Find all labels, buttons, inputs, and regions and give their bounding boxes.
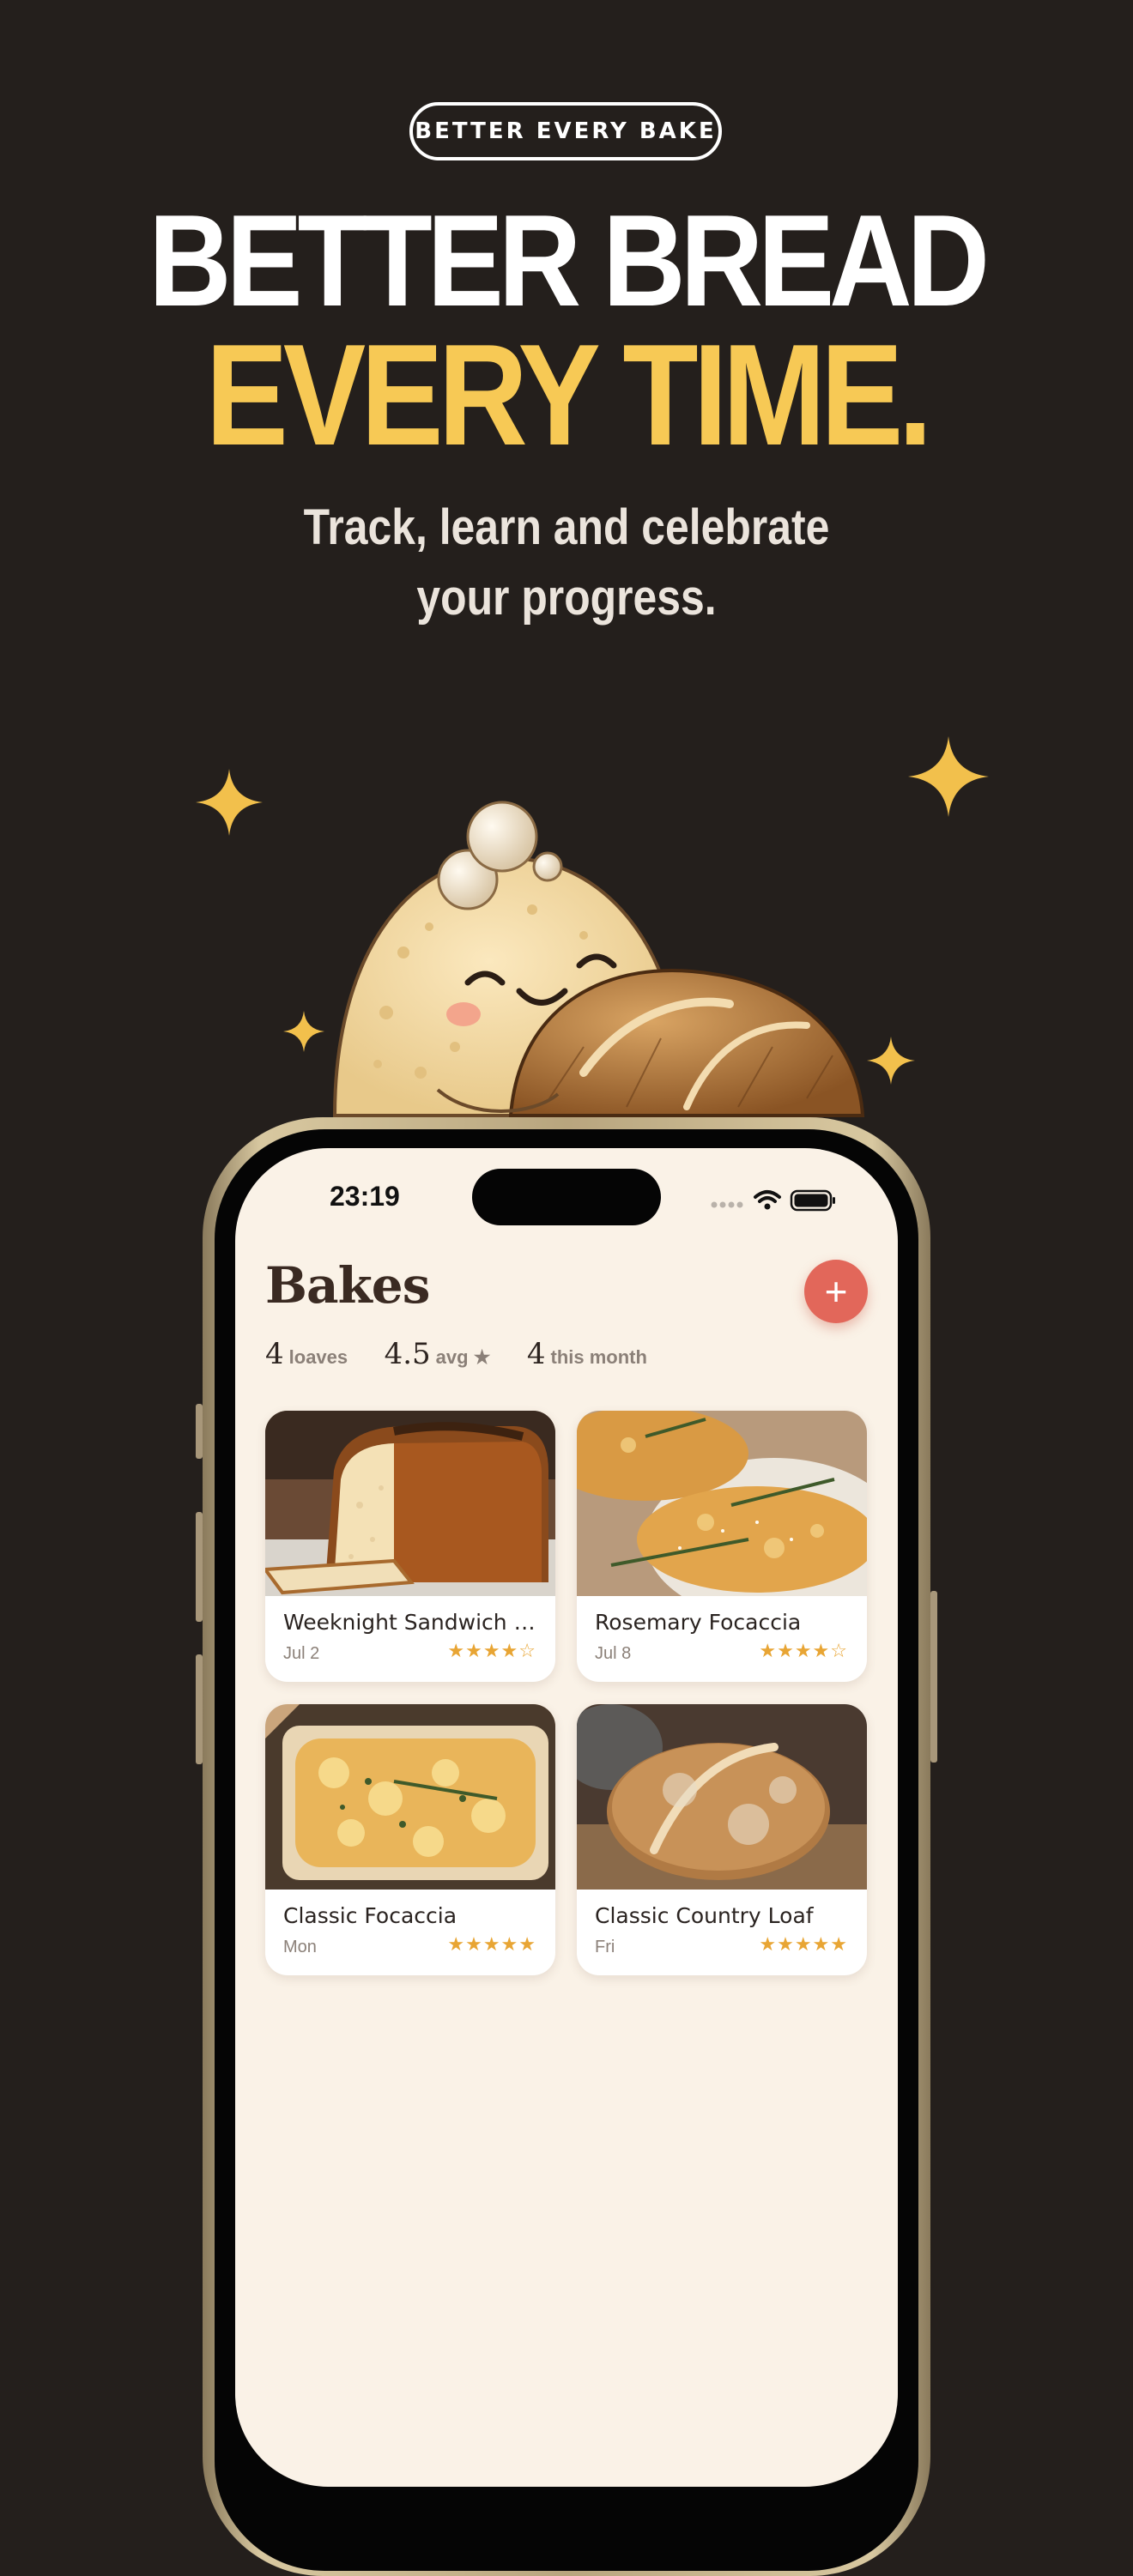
headline-line-2: EVERY TIME.: [205, 314, 932, 475]
rating-stars: ★★★★☆: [447, 1641, 536, 1662]
bake-date: Fri: [595, 1938, 615, 1956]
rosemary-focaccia-photo: [577, 1411, 867, 1596]
country-loaf-photo: [577, 1704, 867, 1890]
wifi-icon: [754, 1190, 781, 1210]
bake-name: Weeknight Sandwich L...: [283, 1610, 541, 1635]
bake-date: Jul 2: [283, 1644, 320, 1663]
bake-name: Classic Country Loaf: [595, 1903, 814, 1928]
stat-value: 4: [526, 1337, 546, 1371]
stat-label: avg ★: [435, 1346, 491, 1368]
bake-date: Jul 8: [595, 1644, 632, 1663]
stats-bar: 4 loaves 4.5 avg ★ 4 this month: [265, 1337, 680, 1371]
stat-label: this month: [550, 1346, 647, 1368]
subtitle-line-1: Track, learn and celebrate: [303, 499, 830, 555]
stat-value: 4: [265, 1337, 284, 1371]
phone-side-button: [930, 1591, 937, 1763]
bake-card[interactable]: Classic Focaccia Mon ★★★★★: [265, 1704, 555, 1975]
page-title: Bakes: [265, 1256, 430, 1315]
stat-average: 4.5 avg ★: [385, 1337, 491, 1371]
bake-card[interactable]: Rosemary Focaccia Jul 8 ★★★★☆: [577, 1411, 867, 1682]
bake-card[interactable]: Weeknight Sandwich L... Jul 2 ★★★★☆: [265, 1411, 555, 1682]
phone-volume-up-button: [196, 1512, 203, 1622]
subtitle-line-2: your progress.: [416, 570, 717, 626]
bake-name: Rosemary Focaccia: [595, 1610, 802, 1635]
stat-label: loaves: [288, 1346, 348, 1368]
classic-focaccia-photo: [265, 1704, 555, 1890]
rating-stars: ★★★★★: [759, 1934, 848, 1956]
dough-mascot-illustration: [332, 801, 865, 1117]
sparkle-icon: [196, 769, 263, 836]
bake-card[interactable]: Classic Country Loaf Fri ★★★★★: [577, 1704, 867, 1975]
headline-line-1: BETTER BREAD: [148, 188, 990, 334]
stat-value: 4.5: [384, 1337, 431, 1371]
sparkle-icon: [283, 1011, 324, 1052]
rating-stars: ★★★★☆: [759, 1641, 848, 1662]
status-time: 23:19: [330, 1181, 400, 1212]
stat-loaves: 4 loaves: [265, 1337, 348, 1371]
sparkle-icon: [908, 736, 989, 817]
sparkle-icon: [867, 1037, 915, 1085]
phone-volume-down-button: [196, 1654, 203, 1764]
status-icons: [711, 1188, 838, 1218]
app-screen: 23:19 Bakes + 4 loaves 4.5 avg ★ 4 this …: [235, 1148, 898, 2487]
phone-action-button: [196, 1404, 203, 1459]
bake-date: Mon: [283, 1938, 317, 1956]
tagline-badge: BETTER EVERY BAKE: [409, 102, 722, 160]
stat-this-month: 4 this month: [527, 1337, 647, 1371]
battery-icon: [790, 1189, 835, 1212]
rating-stars: ★★★★★: [447, 1934, 536, 1956]
add-bake-button[interactable]: +: [804, 1260, 868, 1323]
subtitle: Track, learn and celebrate your progress…: [79, 493, 1053, 633]
bake-name: Classic Focaccia: [283, 1903, 457, 1928]
dynamic-island: [472, 1169, 661, 1225]
sandwich-loaf-photo: [265, 1411, 555, 1596]
signal-icon: [711, 1201, 743, 1208]
